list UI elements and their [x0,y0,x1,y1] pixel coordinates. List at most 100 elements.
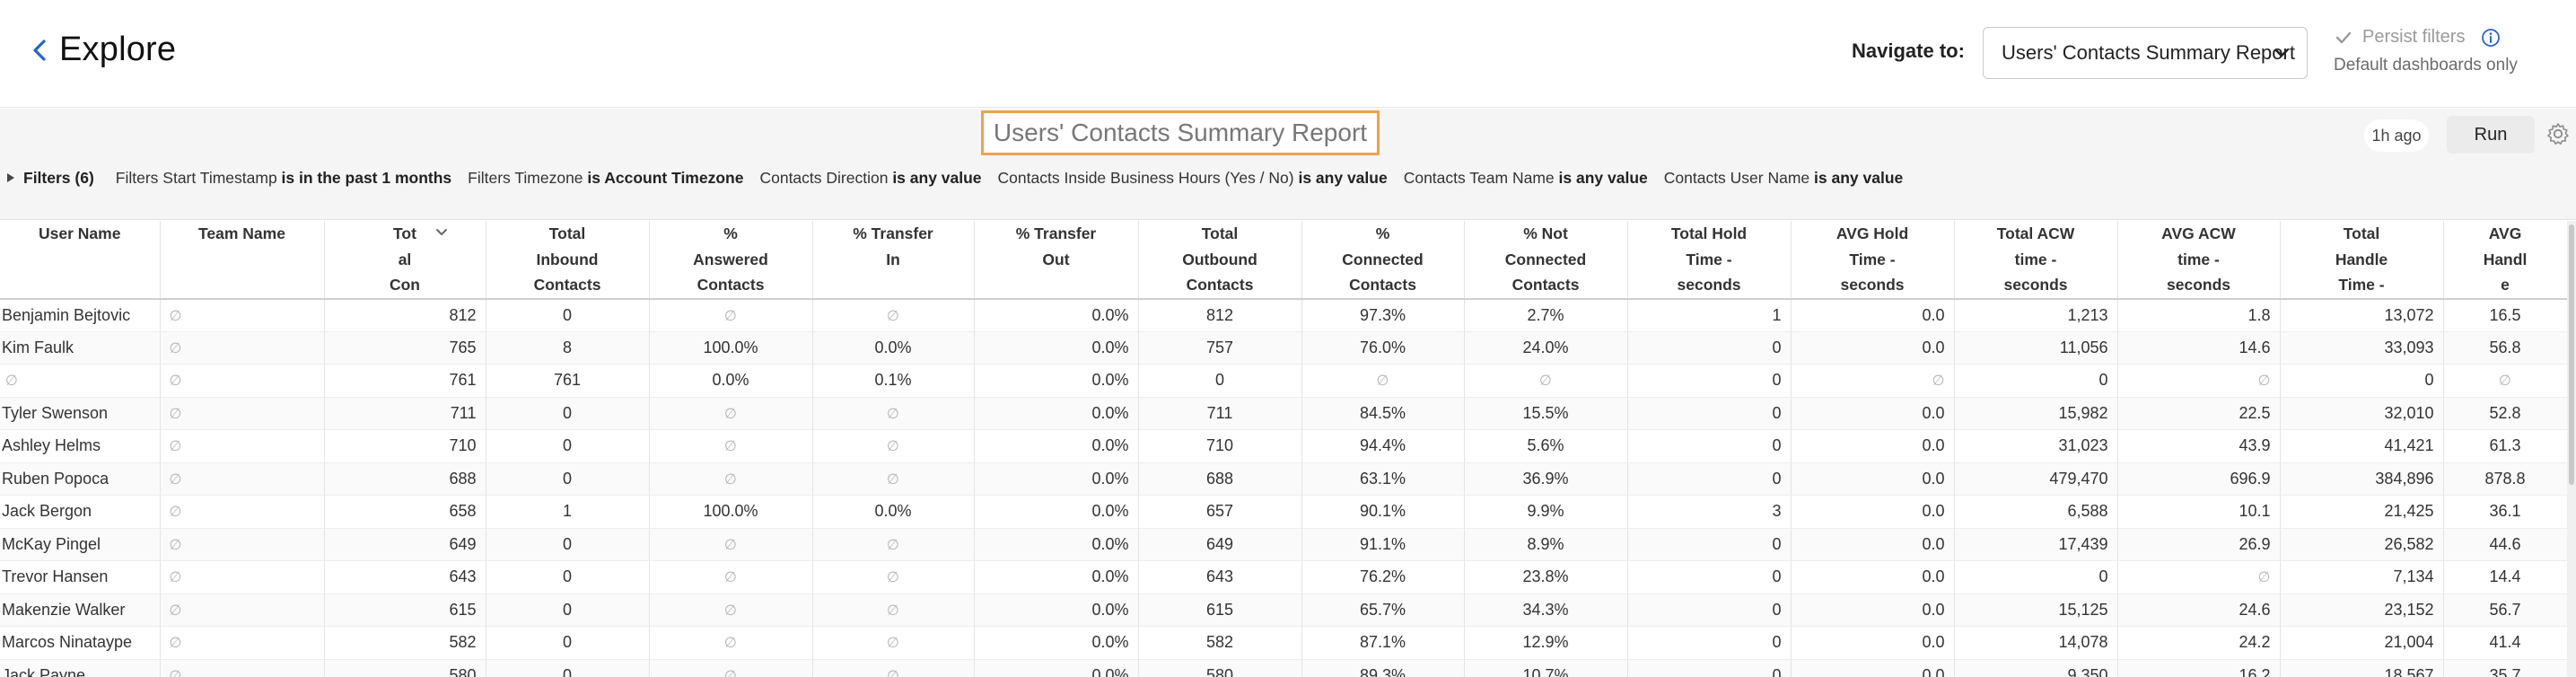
table-cell: 0 [1627,560,1792,594]
table-row[interactable]: Jack Payne ∅ 580 0 ∅ ∅ 0.0% 580 89.3% 10.7% 0 0.0 9,… [0,659,2567,677]
column-header-line: Total Hold [1670,224,1748,242]
null-value: ∅ [724,602,737,619]
table-cell: 0.0% [974,528,1139,561]
gear-icon[interactable] [2545,121,2571,146]
column-header-line: Total [1201,224,1239,242]
table-cell: 0.0% [974,397,1139,430]
table-cell: 812 [324,298,486,332]
column-header-line: Outbound [1182,250,1257,268]
table-cell: ∅ [812,298,975,332]
column-header[interactable]: % Transfer In [812,221,975,300]
column-header[interactable]: AVG ACW time - seconds [2117,221,2281,300]
filter-user-name[interactable]: Contacts User Name is any value [1664,169,1904,188]
table-row[interactable]: ∅ ∅ 761 761 0.0% 0.1% 0.0% 0 ∅ ∅ 0 ∅ 0 ∅ 0 ∅ [0,364,2567,398]
table-row[interactable]: Makenzie Walker ∅ 615 0 ∅ ∅ 0.0% 615 65.7% 34.3% 0… [0,593,2567,627]
info-icon[interactable] [2481,28,2501,48]
filter-team-name[interactable]: Contacts Team Name is any value [1404,169,1648,188]
filter-start-timestamp[interactable]: Filters Start Timestamp is in the past 1… [116,169,451,188]
column-header[interactable]: Total Outbound Contacts [1138,221,1302,300]
table-cell: ∅ [160,429,325,463]
column-header[interactable]: Tot al Con [324,221,486,300]
column-header[interactable]: AVG Handl e [2443,221,2567,300]
null-value: ∅ [1932,374,1945,390]
table-row[interactable]: Marcos Ninataype ∅ 582 0 ∅ ∅ 0.0% 582 87.1% 12.9%… [0,626,2567,660]
table-cell: ∅ [1464,364,1628,398]
column-header[interactable]: Total Hold Time - seconds [1627,221,1792,300]
caret-right-icon[interactable] [5,171,16,184]
table-cell: 0.0% [649,364,813,398]
table-cell: ∅ [0,364,161,398]
column-header-line: Contacts [1349,276,1416,294]
table-cell: 91.1% [1301,528,1465,561]
table-cell: 0 [486,593,650,627]
table-row[interactable]: Jack Bergon ∅ 658 1 100.0% 0.0% 0.0% 657 90.1% 9.… [0,495,2567,529]
report-title[interactable]: Users' Contacts Summary Report [981,110,1380,155]
column-header-line: Total [548,224,586,242]
column-header[interactable]: % Answered Contacts [649,221,813,300]
table-cell: ∅ [160,331,325,365]
table-row[interactable]: Benjamin Bejtovic ∅ 812 0 ∅ ∅ 0.0% 812 97.3% 2.7%… [0,298,2567,332]
column-header[interactable]: % Not Connected Contacts [1464,221,1628,300]
column-header-line: seconds [2167,276,2230,294]
null-value: ∅ [169,340,182,356]
table-cell: 15,125 [1954,593,2118,627]
column-header[interactable]: Total ACW time - seconds [1954,221,2118,300]
null-value: ∅ [887,668,899,677]
table-cell: ∅ [1301,364,1465,398]
null-value: ∅ [2257,570,2271,586]
table-cell: 36.1 [2443,495,2567,529]
table-cell: 0 [1627,593,1792,627]
column-header[interactable]: AVG Hold Time - seconds [1791,221,1955,300]
column-header-line: Team Name [198,224,285,242]
null-value: ∅ [169,537,182,553]
table-cell: 8 [486,331,650,365]
back-icon[interactable] [31,32,54,68]
table-cell: 7,134 [2280,560,2444,594]
table-row[interactable]: Trevor Hansen ∅ 643 0 ∅ ∅ 0.0% 643 76.2% 23.8% 0 0.… [0,560,2567,594]
table-row[interactable]: Tyler Swenson ∅ 711 0 ∅ ∅ 0.0% 711 84.5% 15.5% 0 0.… [0,397,2567,430]
table-cell: 0.0% [974,560,1139,594]
table-cell: 0.0% [974,331,1139,365]
sort-descending-icon[interactable] [434,224,450,241]
table-row[interactable]: Ruben Popoca ∅ 688 0 ∅ ∅ 0.0% 688 63.1% 36.9% 0 0.0… [0,462,2567,496]
table-cell: 0.0% [974,462,1139,496]
table-cell: 0 [486,429,650,463]
table-cell: ∅ [812,659,975,677]
report-table: User Name Team Name Tot al Con Total Inbound Co… [0,221,2567,677]
table-cell: 0 [1627,528,1792,561]
table-cell: 32,010 [2280,397,2444,430]
column-header[interactable]: Total Handle Time - [2280,221,2444,300]
table-cell: ∅ [812,560,975,594]
table-cell: 710 [1138,429,1302,463]
table-cell: 15.5% [1464,397,1628,430]
table-row[interactable]: Ashley Helms ∅ 710 0 ∅ ∅ 0.0% 710 94.4% 5.6% 0 0.0 3… [0,429,2567,463]
report-table-container[interactable]: User Name Team Name Tot al Con Total Inbound Co… [0,221,2567,677]
column-header-line: Time - [1686,250,1732,268]
column-header[interactable]: % Transfer Out [974,221,1139,300]
filters-toggle[interactable]: Filters (6) [23,169,94,188]
column-header[interactable]: Team Name [160,221,325,300]
column-header[interactable]: % Connected Contacts [1301,221,1465,300]
table-row[interactable]: McKay Pingel ∅ 649 0 ∅ ∅ 0.0% 649 91.1% 8.9% 0 0.0 1… [0,528,2567,561]
filter-contacts-direction[interactable]: Contacts Direction is any value [759,169,981,188]
filter-timezone[interactable]: Filters Timezone is Account Timezone [468,169,743,188]
column-header[interactable]: Total Inbound Contacts [486,221,650,300]
table-cell: 52.8 [2443,397,2567,430]
table-cell: ∅ [160,560,325,594]
scrollbar-thumb[interactable] [2569,224,2574,485]
run-button[interactable]: Run [2447,116,2535,154]
table-cell: 24.6 [2117,593,2281,627]
persist-filters-checkbox[interactable]: Persist filters [2334,27,2501,48]
table-cell: 90.1% [1301,495,1465,529]
table-cell: 0.0% [974,593,1139,627]
table-cell: 63.1% [1301,462,1465,496]
table-cell: 711 [1138,397,1302,430]
table-row[interactable]: Kim Faulk ∅ 765 8 100.0% 0.0% 0.0% 757 76.0% 24.0… [0,331,2567,365]
table-body: Benjamin Bejtovic ∅ 812 0 ∅ ∅ 0.0% 812 97.3% 2.7%… [0,298,2567,677]
table-cell: 21,425 [2280,495,2444,529]
column-header[interactable]: User Name [0,221,161,300]
filter-business-hours[interactable]: Contacts Inside Business Hours (Yes / No… [998,169,1388,188]
table-cell: 0 [486,659,650,677]
navigate-select[interactable]: Users' Contacts Summary Report [1983,27,2308,79]
table-cell: ∅ [160,298,325,332]
